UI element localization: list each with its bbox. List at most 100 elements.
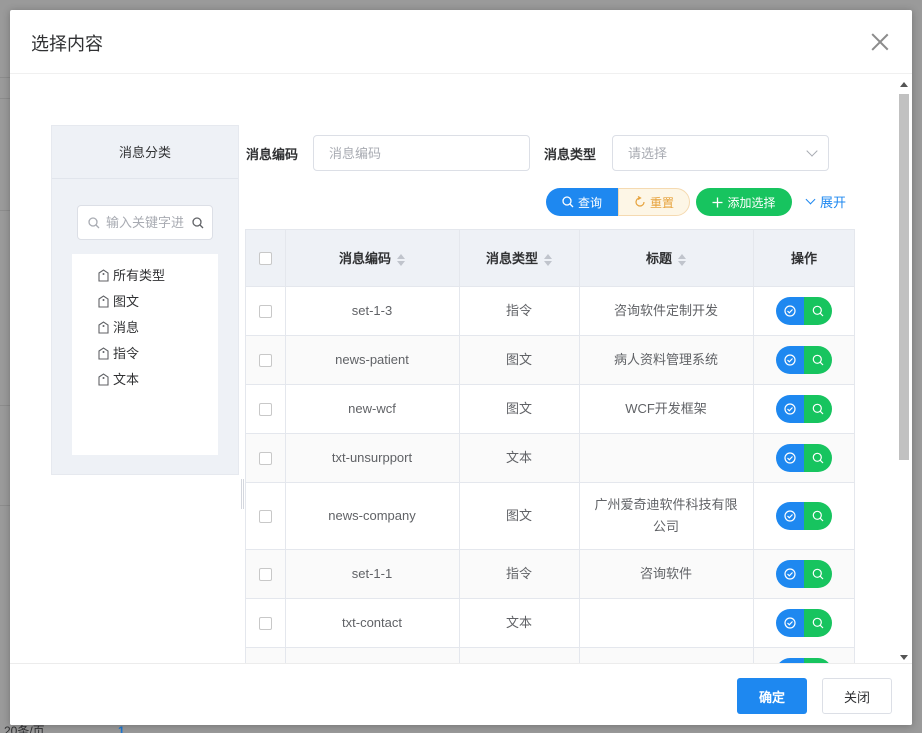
cell-actions [753, 286, 854, 336]
code-filter-box[interactable] [313, 135, 530, 171]
tree-item-graphic[interactable]: 图文 [98, 292, 139, 312]
table-row[interactable]: txt-contact 文本 [246, 598, 854, 648]
reset-button[interactable]: 重置 [618, 188, 690, 216]
table-row[interactable]: set-1-3 指令 咨询软件定制开发 [246, 286, 854, 336]
cell-actions [753, 335, 854, 385]
expand-label: 展开 [820, 195, 847, 210]
background-divider [0, 210, 10, 211]
tree-item-label: 所有类型 [113, 268, 166, 283]
scroll-up-icon[interactable] [900, 82, 908, 87]
column-header-label: 消息类型 [485, 251, 538, 267]
select-row-button[interactable] [776, 501, 804, 530]
view-row-button[interactable] [804, 443, 832, 472]
tree-item-label: 指令 [113, 346, 140, 361]
view-row-button[interactable] [804, 345, 832, 374]
select-row-button[interactable] [776, 443, 804, 472]
search-icon [88, 217, 100, 229]
type-filter-input[interactable] [613, 136, 828, 170]
table-row[interactable]: txt-unsurpport 文本 [246, 433, 854, 483]
row-checkbox[interactable] [258, 451, 272, 465]
cell-code: txt-contact [285, 598, 460, 648]
cell-code: set-1-3 [285, 286, 460, 336]
column-header-actions: 操作 [753, 230, 854, 287]
dialog-header: 选择内容 [10, 10, 912, 74]
table-row[interactable]: news-company 图文 广州爱奇迪软件科技有限公司 [246, 482, 854, 550]
cell-code: set-1-1 [285, 549, 460, 599]
row-checkbox[interactable] [258, 567, 272, 581]
category-panel: 消息分类 所有类型 图文 消息 指令 文本 [51, 125, 239, 475]
panel-splitter-handle[interactable] [241, 479, 244, 509]
chevron-down-icon [805, 194, 816, 205]
check-circle-icon [784, 304, 796, 317]
check-circle-icon [784, 616, 796, 629]
column-header-label: 消息编码 [338, 251, 391, 267]
check-circle-icon [784, 451, 796, 464]
cell-code: txt-unsurpport [285, 433, 460, 483]
confirm-button[interactable]: 确定 [737, 678, 807, 714]
sort-icon[interactable] [397, 253, 405, 266]
cell-actions [753, 433, 854, 483]
column-header-type[interactable]: 消息类型 [459, 230, 580, 287]
view-row-button[interactable] [804, 608, 832, 637]
category-title: 消息分类 [52, 126, 238, 179]
select-row-button[interactable] [776, 345, 804, 374]
dialog-body: 消息分类 所有类型 图文 消息 指令 文本 [10, 75, 896, 663]
column-header-code[interactable]: 消息编码 [285, 230, 460, 287]
table-row[interactable]: news-patient 图文 病人资料管理系统 [246, 335, 854, 385]
code-filter-input[interactable] [314, 136, 529, 170]
select-all-checkbox[interactable] [258, 252, 272, 266]
select-row-button[interactable] [776, 559, 804, 588]
close-button[interactable]: 关闭 [822, 678, 892, 714]
cell-title: 咨询软件定制开发 [579, 286, 754, 336]
view-row-button[interactable] [804, 394, 832, 423]
sort-icon[interactable] [544, 253, 552, 266]
cell-actions [753, 384, 854, 434]
tree-item-command[interactable]: 指令 [98, 344, 139, 364]
expand-button[interactable]: 展开 [805, 192, 847, 211]
table-row[interactable] [246, 647, 854, 663]
close-icon[interactable] [870, 32, 890, 52]
table-row[interactable]: set-1-1 指令 咨询软件 [246, 549, 854, 599]
view-row-button[interactable] [804, 501, 832, 530]
select-row-button[interactable] [776, 394, 804, 423]
row-checkbox[interactable] [258, 304, 272, 318]
category-search-box[interactable] [77, 205, 213, 240]
search-icon[interactable] [192, 217, 204, 229]
tree-item-label: 消息 [113, 320, 140, 335]
column-header-title[interactable]: 标题 [579, 230, 754, 287]
category-tree: 所有类型 图文 消息 指令 文本 [72, 254, 218, 455]
check-circle-icon [784, 402, 796, 415]
type-filter-select[interactable] [612, 135, 829, 171]
reset-button-label: 重置 [649, 195, 674, 210]
row-checkbox[interactable] [258, 402, 272, 416]
view-row-button[interactable] [804, 559, 832, 588]
cell-actions [753, 598, 854, 648]
column-header-label: 标题 [645, 251, 672, 267]
sort-icon[interactable] [678, 253, 686, 266]
cell-title [579, 598, 754, 648]
search-icon [812, 403, 824, 414]
scroll-down-icon[interactable] [900, 655, 908, 660]
tag-icon [98, 295, 109, 308]
select-content-dialog: 选择内容 消息分类 所有类型 图文 消息 [10, 10, 912, 725]
search-icon [812, 510, 824, 521]
select-row-button[interactable] [776, 296, 804, 325]
tree-item-all-types[interactable]: 所有类型 [98, 266, 165, 286]
scrollbar-thumb[interactable] [899, 94, 909, 460]
row-checkbox[interactable] [258, 616, 272, 630]
add-selection-button[interactable]: 添加选择 [696, 188, 792, 216]
select-row-button[interactable] [776, 608, 804, 637]
cell-title: WCF开发框架 [579, 384, 754, 434]
search-icon [812, 568, 824, 579]
view-row-button[interactable] [804, 296, 832, 325]
dialog-scrollbar[interactable] [898, 80, 910, 662]
row-checkbox[interactable] [258, 509, 272, 523]
query-button[interactable]: 查询 [546, 188, 618, 216]
row-checkbox[interactable] [258, 353, 272, 367]
category-search-input[interactable] [106, 206, 184, 239]
table-row[interactable]: new-wcf 图文 WCF开发框架 [246, 384, 854, 434]
tree-item-message[interactable]: 消息 [98, 318, 139, 338]
cell-type: 指令 [459, 549, 580, 599]
tree-item-text[interactable]: 文本 [98, 370, 139, 390]
check-circle-icon [784, 509, 796, 522]
